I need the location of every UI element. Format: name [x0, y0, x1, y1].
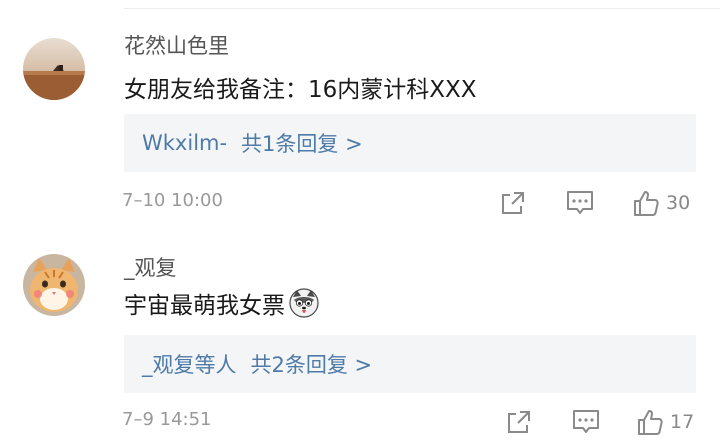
comment-username[interactable]: _观复 — [124, 252, 177, 282]
comment-text: 女朋友给我备注：16内蒙计科XXX — [124, 70, 477, 104]
like-button[interactable]: 30 — [632, 188, 690, 218]
like-count: 17 — [670, 411, 695, 433]
reply-summary-count[interactable]: 共2条回复 > — [251, 349, 373, 379]
like-button[interactable]: 17 — [636, 407, 694, 437]
share-icon — [508, 411, 530, 433]
comment-item: 花然山色里 女朋友给我备注：16内蒙计科XXX Wkxilm- 共1条回复 > … — [0, 0, 720, 230]
comment-text: 宇宙最萌我女票 — [124, 286, 319, 320]
reply-summary-user[interactable]: _观复等人 — [142, 349, 237, 379]
thumbs-up-icon — [634, 191, 659, 216]
comment-meta-row: 7–9 14:51 17 — [122, 407, 698, 437]
orange-cat-avatar-icon — [23, 254, 85, 316]
reply-summary[interactable]: Wkxilm- 共1条回复 > — [124, 114, 696, 172]
comment-time: 7–9 14:51 — [122, 409, 212, 430]
comment-button[interactable] — [572, 407, 600, 437]
comment-button[interactable] — [566, 188, 594, 218]
thumbs-up-icon — [638, 410, 663, 435]
share-button[interactable] — [506, 407, 532, 437]
share-icon — [502, 192, 524, 214]
reply-summary-user[interactable]: Wkxilm- — [142, 131, 227, 155]
desert-landscape-avatar-icon — [23, 38, 85, 100]
comment-meta-row: 7–10 10:00 30 — [122, 188, 698, 218]
like-count: 30 — [666, 192, 691, 214]
reply-summary[interactable]: _观复等人 共2条回复 > — [124, 335, 696, 393]
husky-face-emoji-icon — [289, 288, 319, 318]
comment-time: 7–10 10:00 — [122, 190, 223, 211]
user-avatar[interactable] — [23, 254, 85, 316]
comment-username[interactable]: 花然山色里 — [124, 30, 229, 60]
user-avatar[interactable] — [23, 38, 85, 100]
comment-icon — [567, 191, 593, 214]
comment-text-body: 女朋友给我备注：16内蒙计科XXX — [124, 77, 477, 103]
share-button[interactable] — [500, 188, 526, 218]
comment-item: _观复 宇宙最萌我女票 _观复等人 共2条回复 > 7–9 14:51 17 — [0, 230, 720, 440]
reply-summary-count[interactable]: 共1条回复 > — [241, 128, 363, 158]
comment-text-body: 宇宙最萌我女票 — [124, 293, 285, 319]
comment-icon — [573, 410, 599, 433]
